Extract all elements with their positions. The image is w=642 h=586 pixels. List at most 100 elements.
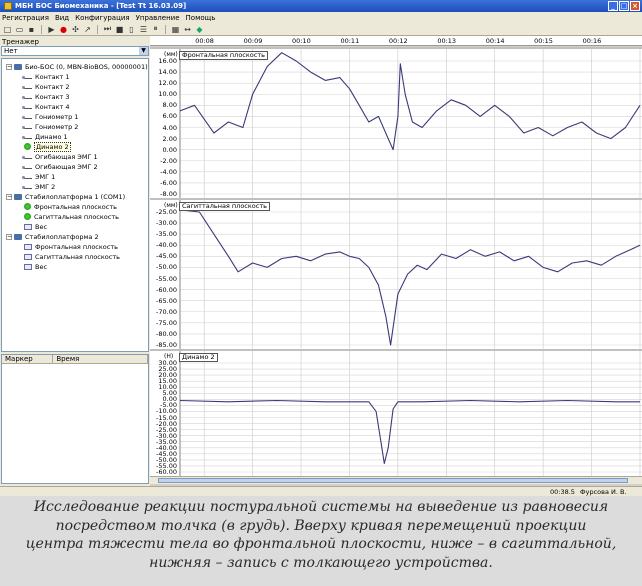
series-line: [179, 52, 641, 151]
tree-channel-node[interactable]: Контакт 4: [22, 102, 70, 111]
y-tick-label: 10.00: [158, 90, 177, 99]
marker-icon[interactable]: ▯: [126, 24, 137, 35]
tree-channel-node[interactable]: Контакт 3: [22, 92, 70, 101]
tree-channel-node[interactable]: Гониометр 1: [22, 112, 78, 121]
y-tick-label: -50.00: [156, 263, 177, 272]
open-icon[interactable]: ▭: [14, 24, 25, 35]
menu-configuration[interactable]: Конфигурация: [75, 14, 129, 22]
minimize-button[interactable]: _: [608, 1, 618, 11]
sensor-icon: [22, 185, 32, 189]
y-tick-label: 16.00: [158, 57, 177, 65]
device-icon: [14, 233, 22, 240]
y-tick-label: 6.00: [162, 112, 177, 121]
left-panel: Тренажер Нет ▼ − Био-БОС (0, MBN-BioBOS, …: [0, 36, 150, 486]
y-tick-label: -60.00: [156, 285, 177, 294]
settings-icon[interactable]: ✣: [70, 24, 81, 35]
tree-channel-node[interactable]: Огибающая ЭМГ 2: [22, 162, 98, 171]
menu-view[interactable]: Вид: [55, 14, 69, 22]
cursor-icon[interactable]: ↔: [182, 24, 193, 35]
tree-device-node[interactable]: − Стабилоплатформа 1 (COM1): [6, 192, 125, 201]
chart-unit: (мм): [164, 51, 178, 58]
tree-node-label: Стабилоплатформа 1 (COM1): [25, 192, 126, 201]
trainer-select-value: Нет: [4, 47, 18, 55]
device-tree[interactable]: − Био-БОС (0, MBN-BioBOS, 00000001) Контак…: [1, 58, 149, 352]
graph-channel-icon: [24, 253, 32, 260]
tree-channel-node[interactable]: Сагиттальная плоскость: [24, 252, 120, 261]
chart-frontal-plane[interactable]: 16.00 14.00 12.00 10.00 8.00 6.00 4.00 2.00 0.00…: [150, 47, 642, 200]
tree-channel-node[interactable]: ЭМГ 2: [22, 182, 55, 191]
tree-node-label: Огибающая ЭМГ 1: [35, 152, 98, 161]
tree-channel-node[interactable]: Контакт 1: [22, 72, 70, 81]
tree-channel-node[interactable]: Фронтальная плоскость: [24, 202, 117, 211]
tree-channel-node[interactable]: Вес: [24, 262, 47, 271]
tree-channel-node[interactable]: Гониометр 2: [22, 122, 78, 131]
tree-channel-node[interactable]: Огибающая ЭМГ 1: [22, 152, 98, 161]
menu-help[interactable]: Помощь: [186, 14, 216, 22]
sensor-icon: [22, 135, 32, 139]
active-channel-icon: [24, 213, 31, 220]
sensor-icon: [22, 95, 32, 99]
maximize-button[interactable]: □: [619, 1, 629, 11]
horizontal-scrollbar[interactable]: [150, 476, 642, 484]
figure-caption: Исследование реакции постуральной систем…: [0, 496, 642, 586]
export-icon[interactable]: ◆: [194, 24, 205, 35]
tree-channel-node[interactable]: Динамо 1: [22, 132, 68, 141]
chart-title: Динамо 2: [179, 353, 218, 362]
menubar: Регистрация Вид Конфигурация Управление …: [0, 12, 642, 23]
y-tick-label: -60.00: [156, 468, 177, 476]
sensor-icon: [22, 165, 32, 169]
tree-node-label: Контакт 4: [35, 102, 70, 111]
sensor-icon: [22, 75, 32, 79]
y-tick-label: -85.00: [156, 341, 177, 349]
tree-node-label: Контакт 1: [35, 72, 70, 81]
time-tick-label: 00:13: [437, 37, 457, 45]
caption-line: Исследование реакции постуральной систем…: [33, 499, 609, 515]
trainer-label: Тренажер: [2, 38, 39, 46]
chart-dynamo-2[interactable]: 30.00 25.00 20.00 15.00 10.00 5.00 0.00 -5.00 -1…: [150, 349, 642, 478]
tree-device-node[interactable]: − Био-БОС (0, MBN-BioBOS, 00000001): [6, 62, 148, 71]
time-tick-label: 00:14: [485, 37, 505, 45]
tree-device-node[interactable]: − Стабилоплатформа 2: [6, 232, 99, 241]
channels-icon[interactable]: ▦: [170, 24, 181, 35]
collapse-icon[interactable]: −: [6, 233, 12, 240]
list-icon[interactable]: ☰: [138, 24, 149, 35]
save-icon[interactable]: ▪: [26, 24, 37, 35]
time-tick-label: 00:11: [340, 37, 360, 45]
tree-channel-node[interactable]: Динамо 2: [24, 141, 71, 152]
y-tick-label: 0.00: [162, 145, 177, 154]
collapse-icon[interactable]: −: [6, 63, 12, 70]
tree-channel-node[interactable]: Вес: [24, 222, 47, 231]
tree-channel-node[interactable]: ЭМГ 1: [22, 172, 55, 181]
tree-channel-node[interactable]: Фронтальная плоскость: [24, 242, 118, 251]
markers-column-marker[interactable]: Маркер: [2, 355, 54, 363]
markers-column-time[interactable]: Время: [53, 355, 148, 363]
tree-node-label: Вес: [35, 262, 48, 271]
y-tick-label: -40.00: [156, 241, 177, 250]
chevron-down-icon[interactable]: ▼: [139, 47, 148, 55]
menu-control[interactable]: Управление: [136, 14, 180, 22]
trainer-select[interactable]: Нет ▼: [1, 46, 149, 56]
app-icon: [4, 2, 12, 10]
menu-registration[interactable]: Регистрация: [2, 14, 49, 22]
time-tick-label: 00:16: [582, 37, 602, 45]
play-icon[interactable]: ▶: [46, 24, 57, 35]
record-icon[interactable]: ●: [58, 24, 69, 35]
chart-unit: (мм): [164, 202, 178, 209]
y-tick-label: 14.00: [158, 68, 177, 77]
toolbar: □ ▭ ▪ ▶ ● ✣ ↗ ⏭ ■ ▯ ☰ ⏸ ▦ ↔ ◆: [0, 23, 642, 36]
step-icon[interactable]: ⏭: [102, 24, 113, 35]
collapse-icon[interactable]: −: [6, 193, 12, 200]
time-axis: 00:08 00:09 00:10 00:11 00:12 00:13 00:14 00:15…: [150, 36, 642, 46]
scrollbar-thumb[interactable]: [158, 478, 628, 483]
time-tick-label: 00:15: [534, 37, 553, 45]
pause-icon[interactable]: ⏸: [150, 24, 161, 35]
time-tick-label: 00:10: [292, 37, 311, 45]
chart-sagittal-plane[interactable]: -25.00 -30.00 -35.00 -40.00 -45.00 -50.00 -55.…: [150, 198, 642, 351]
tree-channel-node[interactable]: Контакт 2: [22, 82, 70, 91]
sweep-icon[interactable]: ↗: [82, 24, 93, 35]
close-button[interactable]: ×: [630, 1, 640, 11]
new-icon[interactable]: □: [2, 24, 13, 35]
stop-icon[interactable]: ■: [114, 24, 125, 35]
tree-channel-node[interactable]: Сагиттальная плоскость: [24, 212, 119, 221]
tree-node-label: Фронтальная плоскость: [34, 202, 117, 211]
